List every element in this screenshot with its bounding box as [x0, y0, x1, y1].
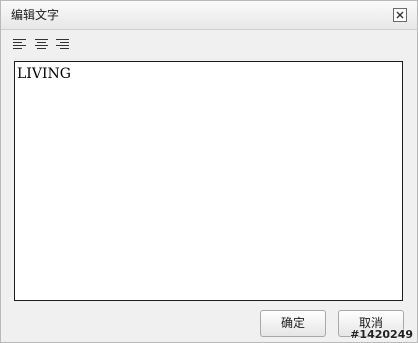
- close-button[interactable]: [393, 8, 407, 22]
- alignment-toolbar: [13, 38, 70, 52]
- ok-button[interactable]: 确定: [260, 310, 326, 337]
- dialog-title: 编辑文字: [11, 8, 60, 22]
- dialog-titlebar: 编辑文字: [1, 1, 417, 30]
- align-left-button[interactable]: [13, 38, 28, 51]
- edit-text-dialog: 编辑文字 LIVING 确定 取消 #1420249: [0, 0, 418, 343]
- align-right-icon: [56, 39, 69, 49]
- close-icon: [396, 11, 404, 19]
- text-editor[interactable]: LIVING: [14, 61, 403, 301]
- watermark-id: #1420249: [350, 328, 413, 341]
- align-center-button[interactable]: [34, 38, 49, 51]
- align-left-icon: [13, 39, 26, 49]
- align-center-icon: [35, 39, 48, 49]
- align-right-button[interactable]: [55, 38, 70, 51]
